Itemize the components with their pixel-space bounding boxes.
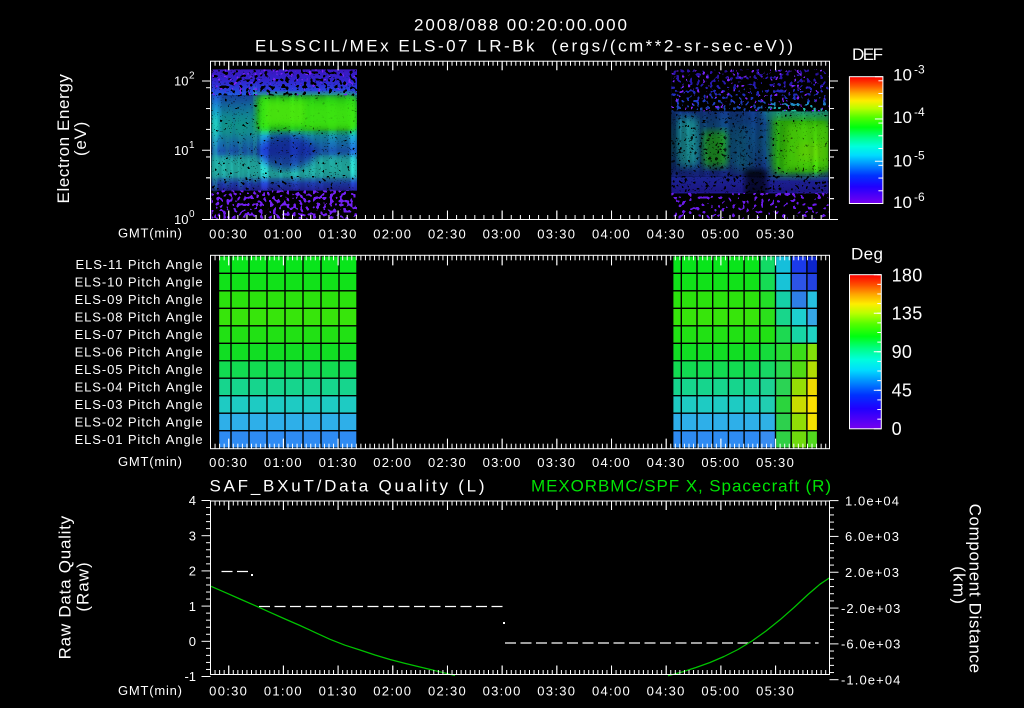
svg-text:2: 2 <box>189 564 196 579</box>
svg-text:02:30: 02:30 <box>428 455 467 470</box>
svg-text:00:30: 00:30 <box>209 455 248 470</box>
svg-text:04:00: 04:00 <box>592 455 631 470</box>
svg-text:2.0e+03: 2.0e+03 <box>845 565 900 580</box>
svg-text:04:00: 04:00 <box>592 226 631 241</box>
svg-text:00:30: 00:30 <box>209 226 248 241</box>
svg-text:4: 4 <box>189 493 196 508</box>
svg-text:10: 10 <box>893 193 912 212</box>
svg-text:03:00: 03:00 <box>483 683 522 698</box>
svg-text:0: 0 <box>189 634 196 649</box>
svg-text:02:00: 02:00 <box>373 683 412 698</box>
svg-text:Raw Data Quality: Raw Data Quality <box>56 515 75 659</box>
svg-text:05:30: 05:30 <box>756 683 795 698</box>
svg-text:03:30: 03:30 <box>537 683 576 698</box>
svg-text:-3: -3 <box>914 63 925 77</box>
svg-text:Deg: Deg <box>851 245 883 264</box>
svg-text:10: 10 <box>174 143 188 158</box>
svg-text:2008/088 00:20:00.000: 2008/088 00:20:00.000 <box>414 16 627 35</box>
svg-text:MEXORBMC/SPF X, Spacecraft (R): MEXORBMC/SPF X, Spacecraft (R) <box>531 477 831 496</box>
svg-text:0: 0 <box>189 209 195 220</box>
svg-text:ELS-02 Pitch Angle: ELS-02 Pitch Angle <box>75 415 204 430</box>
svg-text:6.0e+03: 6.0e+03 <box>845 529 900 544</box>
svg-text:135: 135 <box>892 304 923 324</box>
svg-text:3: 3 <box>189 528 196 543</box>
svg-text:10: 10 <box>893 108 912 127</box>
svg-text:ELS-10 Pitch Angle: ELS-10 Pitch Angle <box>75 275 204 290</box>
svg-text:ELS-07 Pitch Angle: ELS-07 Pitch Angle <box>75 327 204 342</box>
svg-text:ELS-06 Pitch Angle: ELS-06 Pitch Angle <box>75 345 204 360</box>
svg-text:ELS-05 Pitch Angle: ELS-05 Pitch Angle <box>75 362 204 377</box>
svg-text:01:30: 01:30 <box>319 683 358 698</box>
svg-text:01:30: 01:30 <box>319 455 358 470</box>
svg-text:02:00: 02:00 <box>373 226 412 241</box>
svg-text:04:30: 04:30 <box>647 683 686 698</box>
svg-text:180: 180 <box>892 266 923 286</box>
svg-text:SAF_BXuT/Data Quality (L): SAF_BXuT/Data Quality (L) <box>210 477 485 496</box>
svg-text:ELS-08 Pitch Angle: ELS-08 Pitch Angle <box>75 310 204 325</box>
svg-text:04:30: 04:30 <box>647 455 686 470</box>
svg-text:(eV): (eV) <box>71 121 90 156</box>
svg-text:03:30: 03:30 <box>537 226 576 241</box>
svg-text:02:30: 02:30 <box>428 226 467 241</box>
svg-text:-5: -5 <box>914 149 925 163</box>
svg-text:2: 2 <box>189 71 195 82</box>
svg-text:10: 10 <box>174 74 188 89</box>
svg-text:03:00: 03:00 <box>483 455 522 470</box>
svg-text:1.0e+04: 1.0e+04 <box>845 493 900 508</box>
svg-text:GMT(min): GMT(min) <box>118 226 182 241</box>
svg-text:03:00: 03:00 <box>483 226 522 241</box>
svg-text:1: 1 <box>189 140 195 151</box>
svg-text:-2.0e+03: -2.0e+03 <box>841 601 901 616</box>
svg-text:04:00: 04:00 <box>592 683 631 698</box>
svg-text:ELS-04 Pitch Angle: ELS-04 Pitch Angle <box>75 380 204 395</box>
svg-text:-4: -4 <box>914 105 925 119</box>
svg-text:ELS-11 Pitch Angle: ELS-11 Pitch Angle <box>76 257 204 272</box>
svg-text:05:30: 05:30 <box>756 455 795 470</box>
svg-text:DEF: DEF <box>852 45 883 64</box>
svg-text:03:30: 03:30 <box>537 455 576 470</box>
svg-text:1: 1 <box>189 599 196 614</box>
svg-text:01:00: 01:00 <box>264 455 303 470</box>
svg-text:ELS-09 Pitch Angle: ELS-09 Pitch Angle <box>75 292 204 307</box>
svg-text:GMT(min): GMT(min) <box>118 454 182 469</box>
svg-text:10: 10 <box>893 66 912 85</box>
svg-text:(Raw): (Raw) <box>74 561 93 611</box>
svg-text:(km): (km) <box>949 566 968 605</box>
svg-text:90: 90 <box>892 342 913 362</box>
svg-text:01:30: 01:30 <box>319 226 358 241</box>
svg-text:05:00: 05:00 <box>701 455 740 470</box>
svg-text:-6.0e+03: -6.0e+03 <box>841 637 901 652</box>
svg-text:-6: -6 <box>914 190 925 204</box>
svg-text:05:00: 05:00 <box>701 226 740 241</box>
svg-text:ELS-03 Pitch Angle: ELS-03 Pitch Angle <box>75 397 204 412</box>
svg-text:05:00: 05:00 <box>701 683 740 698</box>
svg-text:-1.0e+04: -1.0e+04 <box>841 672 901 687</box>
svg-text:04:30: 04:30 <box>647 226 686 241</box>
svg-text:GMT(min): GMT(min) <box>118 683 182 698</box>
svg-text:05:30: 05:30 <box>756 226 795 241</box>
svg-text:00:30: 00:30 <box>209 683 248 698</box>
svg-text:01:00: 01:00 <box>264 226 303 241</box>
svg-text:10: 10 <box>893 152 912 171</box>
svg-text:ELS-01 Pitch Angle: ELS-01 Pitch Angle <box>75 432 204 447</box>
svg-text:01:00: 01:00 <box>264 683 303 698</box>
svg-text:0: 0 <box>892 419 902 439</box>
svg-text:-1: -1 <box>184 669 196 684</box>
svg-text:45: 45 <box>892 381 913 401</box>
svg-text:02:30: 02:30 <box>428 683 467 698</box>
svg-text:02:00: 02:00 <box>373 455 412 470</box>
